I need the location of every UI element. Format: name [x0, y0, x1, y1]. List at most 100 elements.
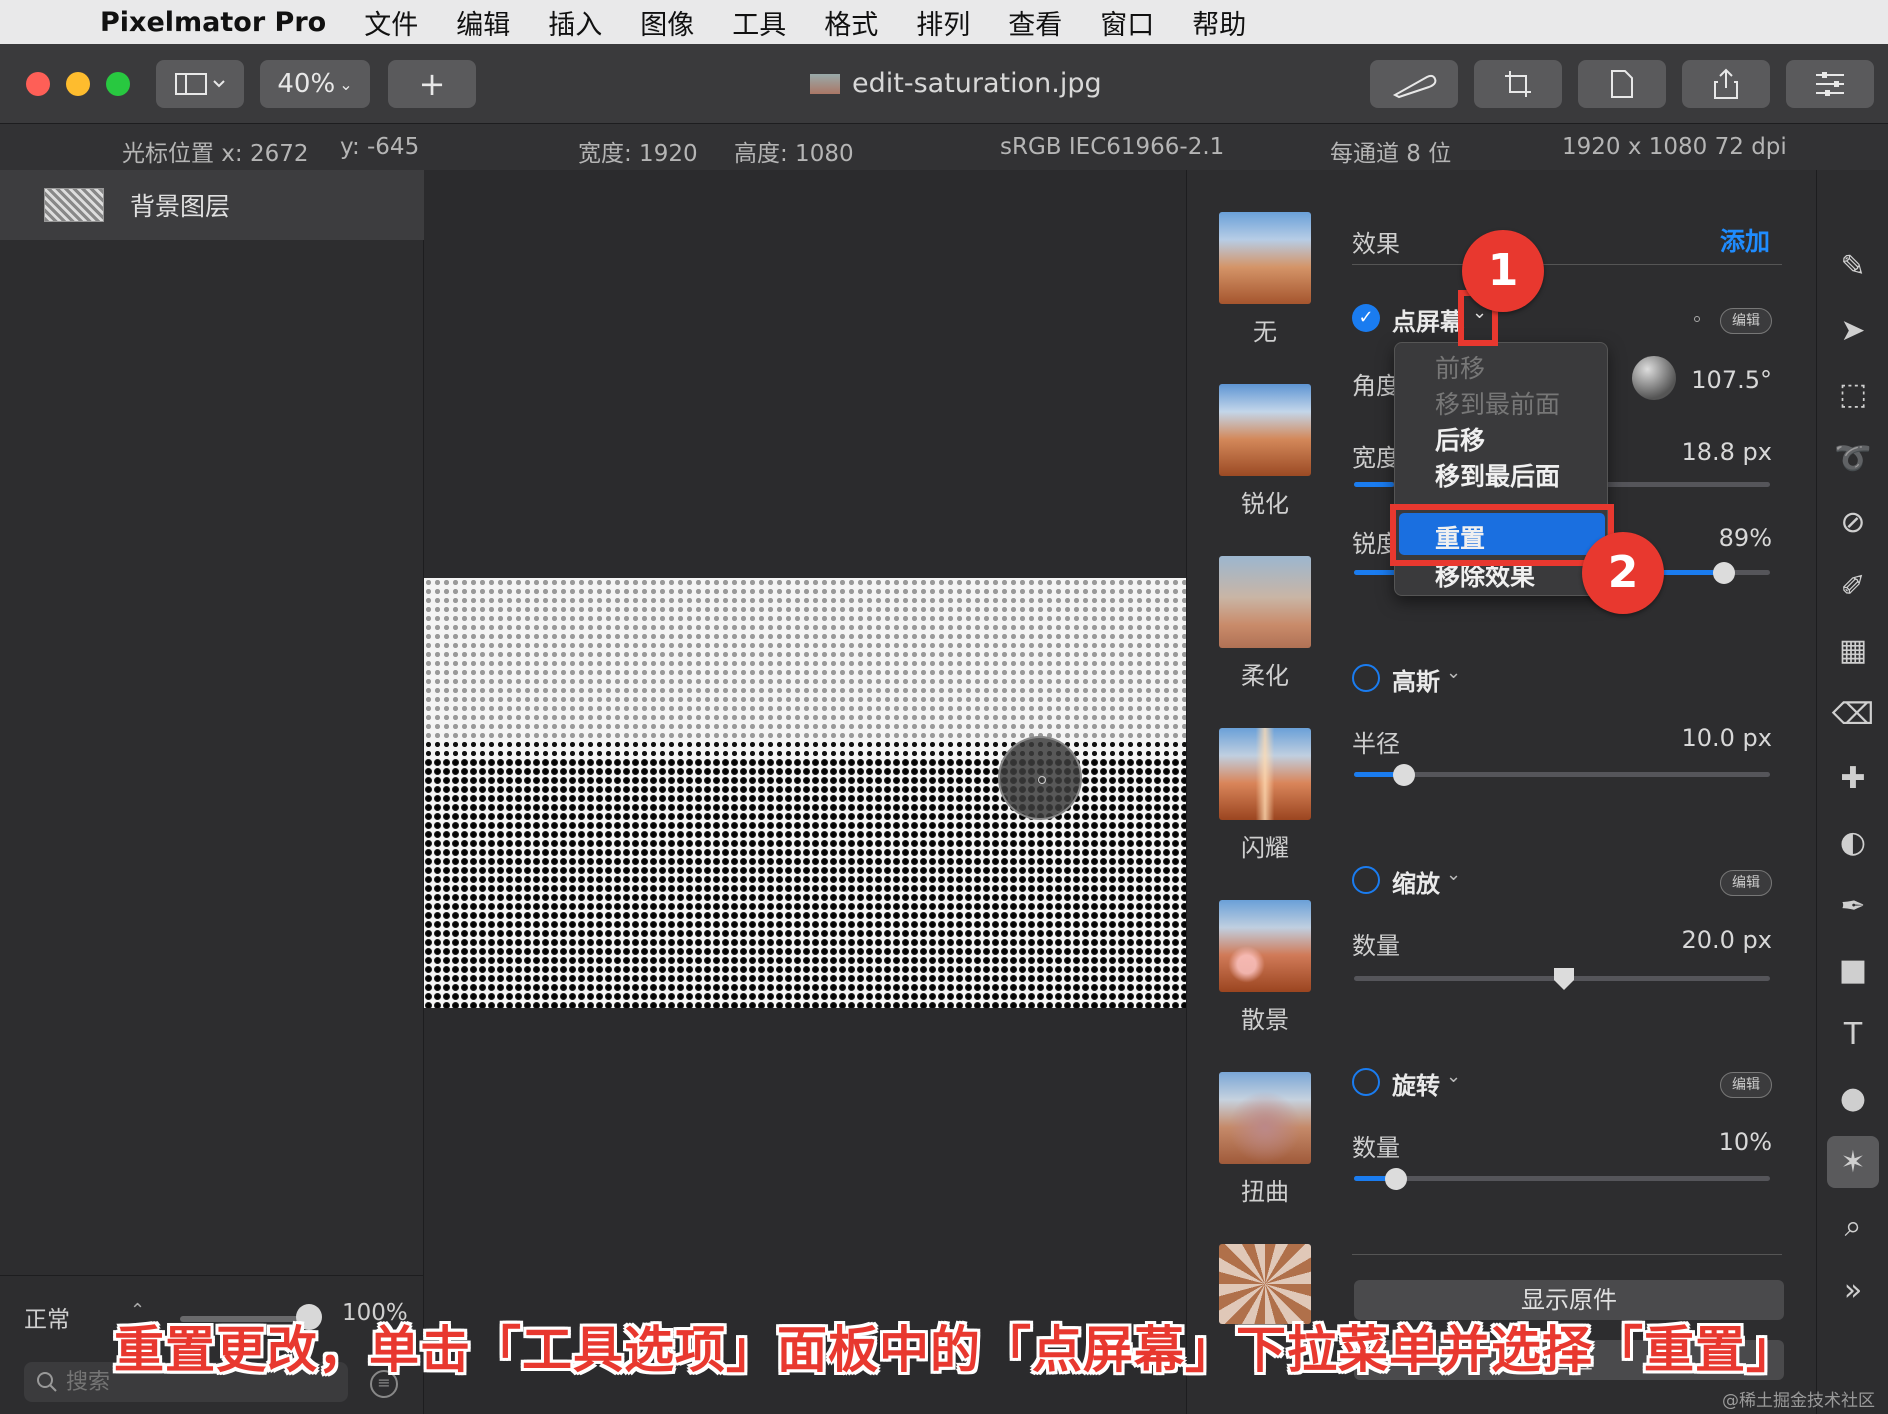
preset-distort[interactable]: 扭曲: [1219, 1072, 1311, 1207]
retouch-tool-icon[interactable]: ✚: [1827, 752, 1879, 804]
info-bar: 光标位置 x: 2672 y: -645 宽度: 1920 高度: 1080 s…: [0, 124, 1888, 170]
menu-tools[interactable]: 工具: [732, 3, 786, 42]
rotate-chevron-down-icon[interactable]: ⌄: [1446, 1066, 1461, 1087]
tool-options-button[interactable]: [1786, 60, 1874, 108]
radius-slider-knob[interactable]: [1393, 764, 1415, 786]
distort-tool-icon[interactable]: ◐: [1827, 816, 1879, 868]
preset-bokeh[interactable]: 散景: [1219, 900, 1311, 1035]
angle-dial[interactable]: [1632, 356, 1676, 400]
effects-header: 效果: [1352, 230, 1400, 258]
width-label: 宽度: [1352, 444, 1400, 472]
zoom-chevron-down-icon[interactable]: ⌄: [1446, 864, 1461, 885]
layer-name: 背景图层: [130, 192, 231, 221]
close-window-button[interactable]: [26, 72, 50, 96]
preset-thumbnail: [1219, 556, 1311, 648]
zoom-effect-name[interactable]: 缩放: [1392, 864, 1440, 899]
arrange-tool-icon[interactable]: ➤: [1827, 304, 1879, 356]
plus-icon: +: [418, 65, 446, 103]
pen-tool-icon[interactable]: ✒: [1827, 880, 1879, 932]
sliders-icon: [1816, 72, 1844, 96]
menu-insert[interactable]: 插入: [548, 3, 602, 42]
blend-mode-dropdown[interactable]: 正常: [24, 1300, 70, 1334]
preset-thumbnail: [1219, 728, 1311, 820]
halftone-edit-button[interactable]: 编辑: [1720, 308, 1772, 334]
halftone-effect-name[interactable]: 点屏幕: [1392, 302, 1464, 337]
crop-button[interactable]: [1474, 60, 1562, 108]
zoom-tool-icon[interactable]: ⌕: [1827, 1200, 1879, 1252]
menu-view[interactable]: 查看: [1008, 3, 1062, 42]
preset-label: 锐化: [1241, 490, 1289, 518]
preset-soften[interactable]: 柔化: [1219, 556, 1311, 691]
menu-app-name[interactable]: Pixelmator Pro: [100, 7, 326, 38]
minimize-window-button[interactable]: [66, 72, 90, 96]
selection-tool-icon[interactable]: ⬚: [1827, 368, 1879, 420]
color-picker-tool-icon[interactable]: ⊘: [1827, 496, 1879, 548]
gaussian-enabled-checkbox[interactable]: [1352, 664, 1380, 692]
rotate-effect-name[interactable]: 旋转: [1392, 1066, 1440, 1101]
brush-icon: [1392, 74, 1437, 99]
add-effect-link[interactable]: 添加: [1720, 222, 1770, 258]
sidebar-toggle-button[interactable]: [156, 60, 244, 108]
search-icon: [37, 1372, 57, 1392]
preset-sharpen[interactable]: 锐化: [1219, 384, 1311, 519]
menu-image[interactable]: 图像: [640, 3, 694, 42]
gradient-tool-icon[interactable]: ▦: [1827, 624, 1879, 676]
menu-item-move-to-front: 移到最前面: [1435, 390, 1561, 419]
divider: [1352, 1254, 1782, 1255]
zoom-dropdown[interactable]: 40% ⌄: [260, 60, 370, 108]
gaussian-chevron-down-icon[interactable]: ⌄: [1446, 662, 1461, 683]
rotate-enabled-checkbox[interactable]: [1352, 1068, 1380, 1096]
menu-edit[interactable]: 编辑: [456, 3, 510, 42]
radius-slider[interactable]: [1354, 772, 1770, 777]
export-button[interactable]: [1578, 60, 1666, 108]
retouch-button[interactable]: [1370, 60, 1458, 108]
color-adjust-tool-icon[interactable]: ●: [1827, 1072, 1879, 1124]
menu-item-move-backward[interactable]: 后移: [1435, 421, 1485, 457]
preset-thumbnail: [1219, 1072, 1311, 1164]
layers-sidebar: 背景图层 正常 ⌃ 100% ≡: [0, 170, 424, 1414]
menu-item-move-to-back[interactable]: 移到最后面: [1435, 457, 1560, 493]
document-thumbnail-icon: [810, 73, 840, 94]
effect-presets: 无 锐化 柔化 闪耀 散景 扭曲: [1186, 170, 1342, 1414]
share-button[interactable]: [1682, 60, 1770, 108]
erase-tool-icon[interactable]: ⌫: [1827, 688, 1879, 740]
add-button[interactable]: +: [388, 60, 476, 108]
annotation-box-reset: [1390, 504, 1614, 566]
halftone-enabled-checkbox[interactable]: ✓: [1352, 304, 1380, 332]
preset-label: 闪耀: [1241, 834, 1289, 862]
canvas-area[interactable]: [424, 170, 1186, 1414]
menu-format[interactable]: 格式: [824, 3, 878, 42]
menu-window[interactable]: 窗口: [1100, 3, 1154, 42]
more-tools-icon[interactable]: »: [1827, 1264, 1879, 1316]
rotate-edit-button[interactable]: 编辑: [1720, 1072, 1772, 1098]
zoom-value: 40%: [277, 69, 336, 99]
menu-arrange[interactable]: 排列: [916, 3, 970, 42]
rotate-amount-value: 10%: [1718, 1128, 1772, 1156]
preset-none[interactable]: 无: [1219, 212, 1311, 347]
type-tool-icon[interactable]: T: [1827, 1008, 1879, 1060]
paint-tool-icon[interactable]: ✐: [1827, 560, 1879, 612]
zoom-window-button[interactable]: [106, 72, 130, 96]
style-tool-icon[interactable]: ✎: [1827, 240, 1879, 292]
sharpness-slider-knob[interactable]: [1713, 562, 1735, 584]
lasso-tool-icon[interactable]: ➰: [1827, 432, 1879, 484]
rotate-amount-slider[interactable]: [1354, 1176, 1770, 1181]
preset-shine[interactable]: 闪耀: [1219, 728, 1311, 863]
zoom-amount-slider-knob[interactable]: [1552, 966, 1576, 992]
annotation-badge-2: 2: [1582, 532, 1664, 614]
effect-center-handle[interactable]: [998, 736, 1082, 820]
tool-strip: ✎ ➤ ⬚ ➰ ⊘ ✐ ▦ ⌫ ✚ ◐ ✒ ■ T ● ✶ ⌕ »: [1816, 170, 1888, 1414]
menu-help[interactable]: 帮助: [1192, 3, 1246, 42]
layer-row[interactable]: 背景图层: [0, 170, 424, 240]
preset-thumbnail: [1219, 212, 1311, 304]
zoom-amount-label: 数量: [1352, 932, 1400, 960]
radius-value: 10.0 px: [1681, 724, 1772, 752]
shape-tool-icon[interactable]: ■: [1827, 944, 1879, 996]
zoom-effect-enabled-checkbox[interactable]: [1352, 866, 1380, 894]
gaussian-effect-name[interactable]: 高斯: [1392, 662, 1440, 697]
effects-tool-icon[interactable]: ✶: [1827, 1136, 1879, 1188]
image-height: 高度: 1080: [734, 141, 854, 167]
rotate-amount-slider-knob[interactable]: [1385, 1168, 1407, 1190]
menu-file[interactable]: 文件: [364, 3, 418, 42]
zoom-edit-button[interactable]: 编辑: [1720, 870, 1772, 896]
